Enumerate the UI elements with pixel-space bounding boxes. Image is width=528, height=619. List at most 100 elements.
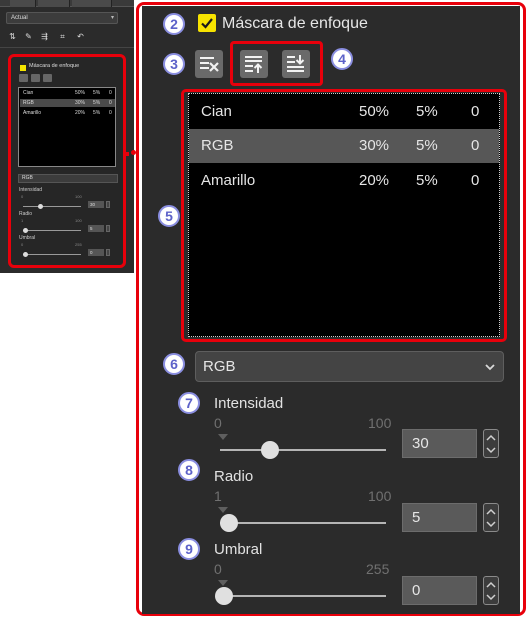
thumbnail-row-threshold: 0 [109,100,112,106]
thumbnail-intensity-handle[interactable] [38,204,43,209]
move-up-icon [245,56,263,73]
radius-slider[interactable] [220,522,386,524]
thumbnail-tab-strip [0,0,134,7]
intensity-min-label: 0 [214,415,222,431]
thumbnail-intensity-input[interactable]: 30 [88,201,104,208]
levels-icon[interactable]: ⇶ [40,32,49,41]
thumbnail-preset-select[interactable]: Actual ▾ [6,12,118,24]
chevron-down-icon [486,594,496,601]
thumbnail-threshold-stepper[interactable] [106,249,110,256]
callout-badge: 6 [163,353,185,375]
chevron-down-icon [486,447,496,454]
thumbnail-row-radius: 5% [93,100,101,106]
thumbnail-tab[interactable] [10,0,36,7]
radius-stepper[interactable] [483,503,499,532]
row-color: Amarillo [201,172,256,189]
adjust-icon[interactable]: ⇅ [8,32,17,41]
thumbnail-radius-stepper[interactable] [106,225,110,232]
thumbnail-radius-label: Radio [19,211,33,217]
row-amount: 20% [359,172,390,189]
threshold-stepper[interactable] [483,576,499,605]
thumbnail-radius-min: 1 [21,218,24,223]
thumbnail-panel: Actual ▾ ⇅ ✎ ⇶ ⌗ ↶ Máscara de enfoque Ci… [0,0,134,273]
threshold-input[interactable]: 0 [402,576,477,605]
thumbnail-row-amount: 30% [75,100,86,106]
intensity-default-marker [218,434,228,440]
thumbnail-list-row[interactable]: Amarillo 20% 5% 0 [20,109,115,117]
row-radius: 5% [416,172,438,189]
intensity-slider[interactable] [220,449,386,451]
thumbnail-list-row[interactable]: RGB 30% 5% 0 [20,99,115,107]
row-radius: 5% [416,137,438,154]
thumbnail-row-amount: 20% [75,110,86,116]
intensity-stepper[interactable] [483,429,499,458]
thumbnail-highlight-box: Máscara de enfoque Cian 50% 5% 0 RGB 30%… [8,54,126,268]
move-up-button[interactable] [240,50,268,78]
rotate-icon[interactable]: ↶ [76,32,85,41]
intensity-max-label: 100 [368,415,392,431]
thumbnail-radius-max: 100 [75,218,82,223]
thumbnail-tab[interactable] [72,0,112,7]
thumbnail-move-up-button[interactable] [31,74,40,82]
thumbnail-toolbar: ⇅ ✎ ⇶ ⌗ ↶ [4,32,132,42]
threshold-slider-handle[interactable] [215,587,233,605]
thumbnail-radius-handle[interactable] [23,228,28,233]
row-threshold: 0 [471,103,480,120]
radius-max-label: 100 [368,488,392,504]
chevron-down-icon [486,521,496,528]
thumbnail-intensity-max: 100 [75,194,82,199]
thumbnail-intensity-min: 0 [21,194,24,199]
radius-default-marker [218,507,228,513]
row-radius: 5% [416,103,438,120]
thumbnail-threshold-handle[interactable] [23,252,28,257]
intensity-slider-handle[interactable] [261,441,279,459]
thumbnail-title: Máscara de enfoque [29,63,80,69]
radius-slider-handle[interactable] [220,514,238,532]
thumbnail-threshold-input[interactable]: 0 [88,249,104,256]
callout-badge: 5 [158,205,180,227]
thumbnail-radius-slider[interactable] [23,230,81,231]
thumbnail-intensity-slider[interactable] [23,206,81,207]
thumbnail-list-row[interactable]: Cian 50% 5% 0 [20,89,115,97]
thumbnail-enable-checkbox[interactable] [20,65,26,71]
threshold-max-label: 255 [366,561,390,577]
thumbnail-threshold-label: Umbral [19,235,36,241]
thumbnail-tab[interactable] [38,0,70,7]
thumbnail-preset-value: Actual [11,15,28,21]
connector-line [126,152,129,156]
mask-list-row[interactable]: Cian 50% 5% 0 [189,95,499,129]
enable-checkbox[interactable] [198,14,216,32]
threshold-default-marker [218,580,228,586]
intensity-input[interactable]: 30 [402,429,477,458]
channel-select[interactable]: RGB [195,351,504,382]
chevron-up-icon [486,434,496,441]
thumbnail-delete-button[interactable] [19,74,28,82]
thumbnail-threshold-slider[interactable] [23,254,81,255]
crop-icon[interactable]: ⌗ [58,32,67,41]
mask-list-row-selected[interactable]: RGB 30% 5% 0 [189,129,499,163]
thumbnail-radius-input[interactable]: 5 [88,225,104,232]
threshold-slider[interactable] [220,595,386,597]
thumbnail-channel-select[interactable]: RGB [18,174,118,183]
row-color: RGB [201,137,234,154]
delete-mask-icon [200,57,219,72]
thumbnail-threshold-min: 0 [21,242,24,247]
thumbnail-intensity-stepper[interactable] [106,201,110,208]
thumbnail-row-radius: 5% [93,90,101,96]
delete-mask-button[interactable] [195,50,223,78]
thumbnail-mask-list[interactable]: Cian 50% 5% 0 RGB 30% 5% 0 Amarillo 20% … [18,87,116,167]
thumbnail-move-down-button[interactable] [43,74,52,82]
threshold-min-label: 0 [214,561,222,577]
callout-badge: 2 [163,13,185,35]
callout-badge: 4 [331,48,353,70]
pen-icon[interactable]: ✎ [24,32,33,41]
move-down-button[interactable] [282,50,310,78]
mask-list-row[interactable]: Amarillo 20% 5% 0 [189,164,499,198]
radius-input[interactable]: 5 [402,503,477,532]
row-threshold: 0 [471,172,480,189]
thumbnail-row-color: Amarillo [23,110,42,116]
channel-select-value: RGB [203,358,236,375]
chevron-down-icon [477,352,503,381]
thumbnail-row-color: Cian [23,90,34,96]
thumbnail-row-threshold: 0 [109,90,112,96]
